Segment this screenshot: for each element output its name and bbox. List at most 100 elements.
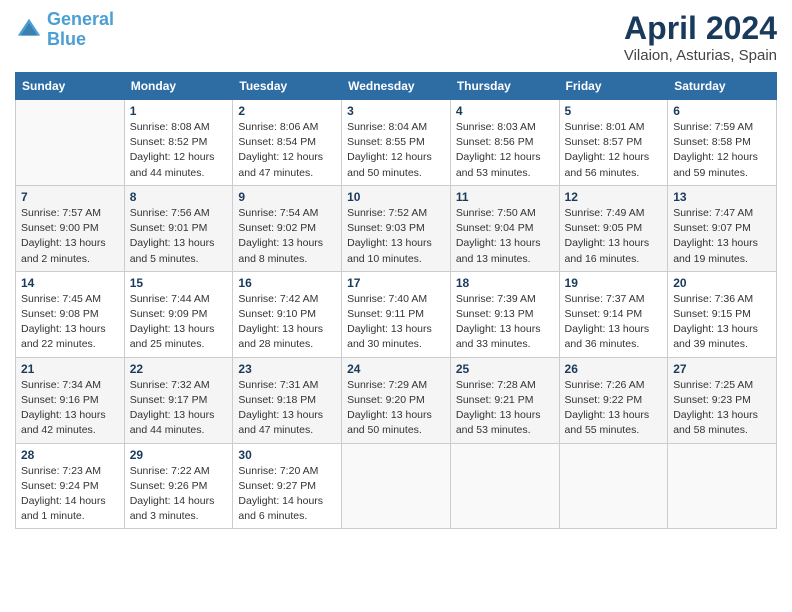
day-number: 15: [130, 276, 228, 290]
day-number: 22: [130, 362, 228, 376]
calendar-week-1: 1 Sunrise: 8:08 AM Sunset: 8:52 PM Daylig…: [16, 100, 777, 186]
calendar-cell: 8Sunrise: 7:56 AM Sunset: 9:01 PM Daylig…: [124, 185, 233, 271]
calendar-cell: [668, 443, 777, 529]
calendar-cell: 4 Sunrise: 8:03 AM Sunset: 8:56 PM Daylig…: [450, 100, 559, 186]
header: General Blue April 2024 Vilaion, Asturia…: [15, 10, 777, 64]
calendar-cell: 26Sunrise: 7:26 AM Sunset: 9:22 PM Dayli…: [559, 357, 668, 443]
logo: General Blue: [15, 10, 114, 50]
calendar-cell: 19 Sunrise: 7:37 AM Sunset: 9:14 PM Dayli…: [559, 271, 668, 357]
calendar-cell: 7 Sunrise: 7:57 AM Sunset: 9:00 PM Daylig…: [16, 185, 125, 271]
weekday-header-sunday: Sunday: [16, 73, 125, 100]
calendar-cell: 11 Sunrise: 7:50 AM Sunset: 9:04 PM Dayli…: [450, 185, 559, 271]
day-info: Sunrise: 7:23 AM Sunset: 9:24 PM Dayligh…: [21, 464, 119, 525]
calendar-cell: 22Sunrise: 7:32 AM Sunset: 9:17 PM Dayli…: [124, 357, 233, 443]
calendar-body: 1 Sunrise: 8:08 AM Sunset: 8:52 PM Daylig…: [16, 100, 777, 529]
day-number: 23: [238, 362, 336, 376]
day-number: 28: [21, 448, 119, 462]
logo-text: General Blue: [47, 10, 114, 50]
calendar-cell: 13 Sunrise: 7:47 AM Sunset: 9:07 PM Dayli…: [668, 185, 777, 271]
day-info: Sunrise: 8:06 AM Sunset: 8:54 PM Dayligh…: [238, 120, 336, 181]
calendar-cell: 9Sunrise: 7:54 AM Sunset: 9:02 PM Daylig…: [233, 185, 342, 271]
day-info: Sunrise: 7:36 AM Sunset: 9:15 PM Dayligh…: [673, 292, 771, 353]
calendar-cell: 18 Sunrise: 7:39 AM Sunset: 9:13 PM Dayli…: [450, 271, 559, 357]
calendar-subtitle: Vilaion, Asturias, Spain: [624, 47, 777, 64]
day-number: 6: [673, 104, 771, 118]
day-info: Sunrise: 7:49 AM Sunset: 9:05 PM Dayligh…: [565, 206, 663, 267]
calendar-cell: 27 Sunrise: 7:25 AM Sunset: 9:23 PM Dayli…: [668, 357, 777, 443]
day-info: Sunrise: 8:08 AM Sunset: 8:52 PM Dayligh…: [130, 120, 228, 181]
weekday-header-monday: Monday: [124, 73, 233, 100]
calendar-cell: 29 Sunrise: 7:22 AM Sunset: 9:26 PM Dayli…: [124, 443, 233, 529]
day-info: Sunrise: 7:56 AM Sunset: 9:01 PM Dayligh…: [130, 206, 228, 267]
day-number: 10: [347, 190, 445, 204]
day-number: 5: [565, 104, 663, 118]
day-number: 30: [238, 448, 336, 462]
day-info: Sunrise: 7:22 AM Sunset: 9:26 PM Dayligh…: [130, 464, 228, 525]
weekday-header-tuesday: Tuesday: [233, 73, 342, 100]
day-number: 7: [21, 190, 119, 204]
day-info: Sunrise: 7:26 AM Sunset: 9:22 PM Dayligh…: [565, 378, 663, 439]
calendar-cell: [450, 443, 559, 529]
calendar-cell: 17 Sunrise: 7:40 AM Sunset: 9:11 PM Dayli…: [342, 271, 451, 357]
day-number: 29: [130, 448, 228, 462]
calendar-cell: 10 Sunrise: 7:52 AM Sunset: 9:03 PM Dayli…: [342, 185, 451, 271]
day-number: 21: [21, 362, 119, 376]
calendar-title: April 2024: [624, 10, 777, 47]
day-info: Sunrise: 7:40 AM Sunset: 9:11 PM Dayligh…: [347, 292, 445, 353]
day-number: 19: [565, 276, 663, 290]
day-info: Sunrise: 7:42 AM Sunset: 9:10 PM Dayligh…: [238, 292, 336, 353]
day-number: 18: [456, 276, 554, 290]
day-info: Sunrise: 8:04 AM Sunset: 8:55 PM Dayligh…: [347, 120, 445, 181]
calendar-cell: 25 Sunrise: 7:28 AM Sunset: 9:21 PM Dayli…: [450, 357, 559, 443]
weekday-header-thursday: Thursday: [450, 73, 559, 100]
calendar-table: SundayMondayTuesdayWednesdayThursdayFrid…: [15, 72, 777, 529]
day-number: 11: [456, 190, 554, 204]
day-info: Sunrise: 7:45 AM Sunset: 9:08 PM Dayligh…: [21, 292, 119, 353]
day-info: Sunrise: 7:50 AM Sunset: 9:04 PM Dayligh…: [456, 206, 554, 267]
weekday-header-saturday: Saturday: [668, 73, 777, 100]
day-info: Sunrise: 8:03 AM Sunset: 8:56 PM Dayligh…: [456, 120, 554, 181]
calendar-cell: 24Sunrise: 7:29 AM Sunset: 9:20 PM Dayli…: [342, 357, 451, 443]
calendar-cell: 15 Sunrise: 7:44 AM Sunset: 9:09 PM Dayli…: [124, 271, 233, 357]
calendar-cell: [342, 443, 451, 529]
day-info: Sunrise: 7:25 AM Sunset: 9:23 PM Dayligh…: [673, 378, 771, 439]
day-number: 3: [347, 104, 445, 118]
calendar-cell: [559, 443, 668, 529]
day-info: Sunrise: 7:31 AM Sunset: 9:18 PM Dayligh…: [238, 378, 336, 439]
weekday-row: SundayMondayTuesdayWednesdayThursdayFrid…: [16, 73, 777, 100]
calendar-cell: 14 Sunrise: 7:45 AM Sunset: 9:08 PM Dayli…: [16, 271, 125, 357]
day-number: 12: [565, 190, 663, 204]
day-number: 17: [347, 276, 445, 290]
day-info: Sunrise: 8:01 AM Sunset: 8:57 PM Dayligh…: [565, 120, 663, 181]
calendar-cell: 1 Sunrise: 8:08 AM Sunset: 8:52 PM Daylig…: [124, 100, 233, 186]
day-info: Sunrise: 7:28 AM Sunset: 9:21 PM Dayligh…: [456, 378, 554, 439]
day-number: 4: [456, 104, 554, 118]
day-info: Sunrise: 7:39 AM Sunset: 9:13 PM Dayligh…: [456, 292, 554, 353]
day-info: Sunrise: 7:37 AM Sunset: 9:14 PM Dayligh…: [565, 292, 663, 353]
title-area: April 2024 Vilaion, Asturias, Spain: [624, 10, 777, 64]
day-number: 14: [21, 276, 119, 290]
day-info: Sunrise: 7:44 AM Sunset: 9:09 PM Dayligh…: [130, 292, 228, 353]
calendar-cell: 3 Sunrise: 8:04 AM Sunset: 8:55 PM Daylig…: [342, 100, 451, 186]
calendar-week-3: 14 Sunrise: 7:45 AM Sunset: 9:08 PM Dayli…: [16, 271, 777, 357]
calendar-cell: 2Sunrise: 8:06 AM Sunset: 8:54 PM Daylig…: [233, 100, 342, 186]
day-number: 25: [456, 362, 554, 376]
day-number: 1: [130, 104, 228, 118]
day-number: 16: [238, 276, 336, 290]
calendar-week-5: 28 Sunrise: 7:23 AM Sunset: 9:24 PM Dayli…: [16, 443, 777, 529]
day-number: 13: [673, 190, 771, 204]
calendar-week-4: 21Sunrise: 7:34 AM Sunset: 9:16 PM Dayli…: [16, 357, 777, 443]
day-info: Sunrise: 7:47 AM Sunset: 9:07 PM Dayligh…: [673, 206, 771, 267]
day-number: 9: [238, 190, 336, 204]
calendar-cell: 20Sunrise: 7:36 AM Sunset: 9:15 PM Dayli…: [668, 271, 777, 357]
weekday-header-friday: Friday: [559, 73, 668, 100]
logo-line1: General: [47, 9, 114, 29]
day-number: 27: [673, 362, 771, 376]
day-info: Sunrise: 7:57 AM Sunset: 9:00 PM Dayligh…: [21, 206, 119, 267]
calendar-cell: 6 Sunrise: 7:59 AM Sunset: 8:58 PM Daylig…: [668, 100, 777, 186]
weekday-header-wednesday: Wednesday: [342, 73, 451, 100]
day-info: Sunrise: 7:52 AM Sunset: 9:03 PM Dayligh…: [347, 206, 445, 267]
day-info: Sunrise: 7:59 AM Sunset: 8:58 PM Dayligh…: [673, 120, 771, 181]
calendar-cell: 5 Sunrise: 8:01 AM Sunset: 8:57 PM Daylig…: [559, 100, 668, 186]
logo-line2: Blue: [47, 29, 86, 49]
